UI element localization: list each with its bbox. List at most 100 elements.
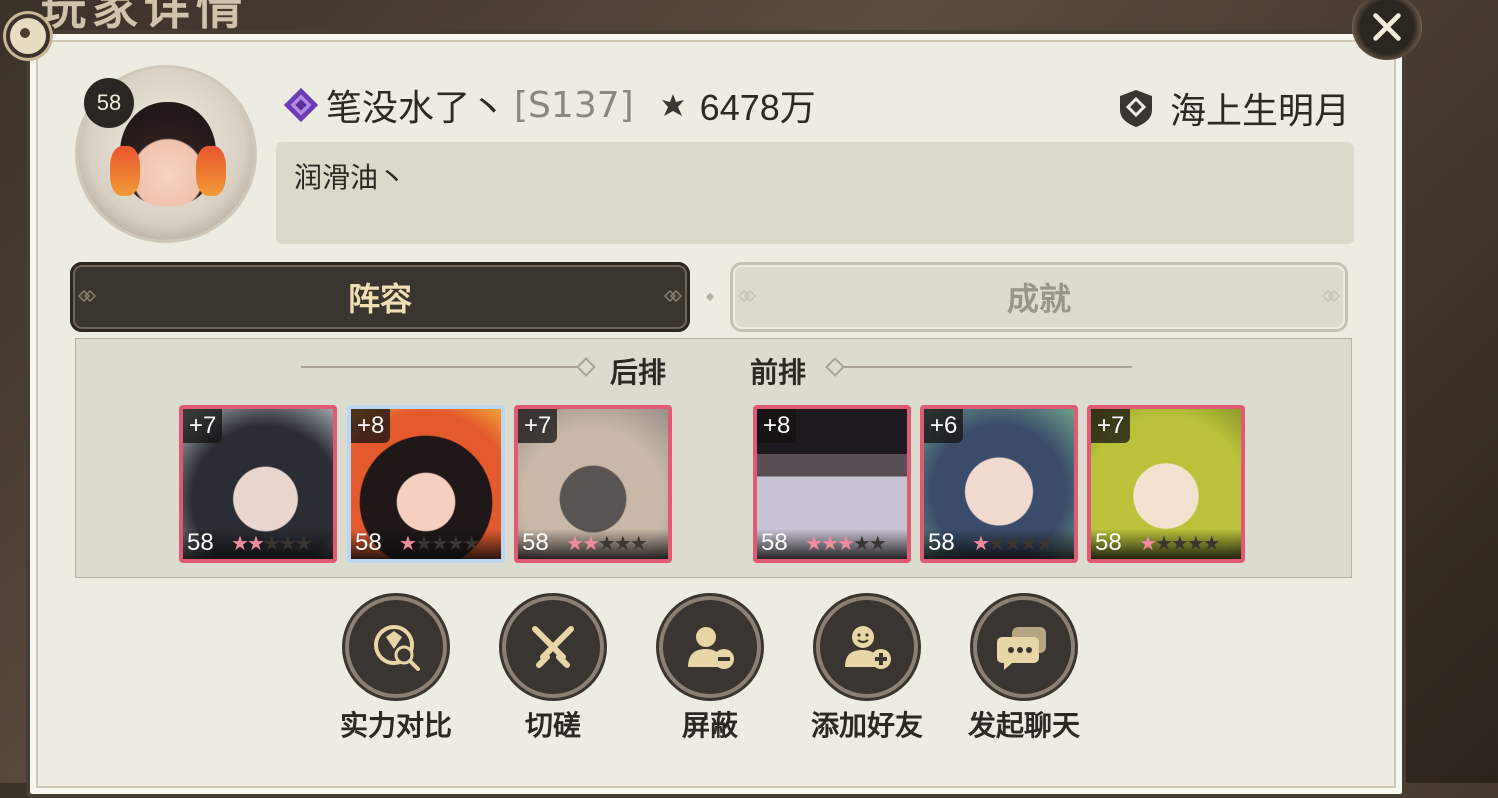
tab-ornament-icon — [1322, 289, 1340, 303]
tab-lineup[interactable]: 阵容 — [70, 262, 690, 332]
star-filled-icon: ★ — [246, 531, 265, 555]
chat-bubble-icon — [997, 627, 1046, 670]
action-circle — [345, 596, 447, 698]
star-empty-icon: ★ — [446, 531, 465, 555]
lineup-panel: 后排 前排 +7 58 ★★★★★ +8 58 ★★★★★ +7 58 ★★★★… — [75, 338, 1352, 578]
hero-upgrade-level: +8 — [351, 409, 391, 443]
star-empty-icon: ★ — [613, 531, 632, 555]
tab-lineup-label: 阵容 — [347, 280, 412, 318]
back-row-label: 后排 — [610, 356, 667, 389]
star-filled-icon: ★ — [836, 531, 855, 555]
power-icon — [661, 94, 684, 116]
hero-level: 58 — [1095, 529, 1122, 556]
add-friend-icon — [845, 626, 891, 669]
hero-card-front-2[interactable]: +6 58 ★★★★★ — [920, 405, 1078, 563]
close-button[interactable] — [1352, 0, 1422, 60]
corner-ornament — [6, 14, 50, 58]
crossed-swords-icon — [532, 626, 574, 668]
hero-card-back-3[interactable]: +7 58 ★★★★★ — [514, 405, 672, 563]
hero-card-back-2[interactable]: +8 58 ★★★★★ — [347, 405, 505, 563]
hero-card-front-3[interactable]: +7 58 ★★★★★ — [1087, 405, 1245, 563]
compare-power-label: 实力对比 — [339, 709, 452, 742]
signature-box: 润滑油丶 — [276, 142, 1354, 244]
star-filled-icon: ★ — [399, 531, 417, 555]
player-name-row: 笔没水了丶 [S137] 6478万 — [282, 80, 816, 130]
star-empty-icon: ★ — [852, 531, 871, 555]
compare-power-icon — [374, 625, 420, 671]
hero-card-back-1[interactable]: +7 58 ★★★★★ — [179, 405, 337, 563]
combat-power-value: 6478万 — [699, 87, 816, 128]
rank-diamond-icon — [283, 87, 319, 123]
hero-level: 58 — [355, 529, 382, 556]
player-level-badge: 58 — [84, 78, 134, 128]
star-rating: ★★★★★ — [399, 531, 481, 555]
server-tag: [S137] — [514, 84, 634, 126]
hero-upgrade-level: +7 — [518, 409, 558, 443]
hero-level: 58 — [928, 529, 955, 556]
star-empty-icon: ★ — [262, 531, 281, 555]
tab-ornament-icon — [664, 289, 682, 303]
compare-power-button[interactable]: 实力对比 — [326, 596, 466, 744]
star-rating: ★★★★★ — [805, 531, 887, 555]
star-empty-icon: ★ — [1035, 531, 1054, 555]
tab-ornament-icon — [78, 289, 96, 303]
action-circle — [816, 596, 918, 698]
player-name: 笔没水了丶 — [326, 88, 507, 129]
hero-upgrade-level: +7 — [1091, 409, 1131, 443]
star-filled-icon: ★ — [972, 531, 990, 555]
divider-line — [301, 366, 581, 368]
star-empty-icon: ★ — [1170, 531, 1189, 555]
star-empty-icon: ★ — [1154, 531, 1173, 555]
star-empty-icon: ★ — [1019, 531, 1038, 555]
tab-achievements-label: 成就 — [1006, 280, 1071, 318]
star-filled-icon: ★ — [566, 531, 584, 555]
add-friend-label: 添加好友 — [810, 709, 923, 742]
guild-name: 海上生明月 — [1169, 91, 1350, 132]
star-rating: ★★★★★ — [231, 531, 313, 555]
add-friend-button[interactable]: 添加好友 — [797, 596, 937, 744]
star-empty-icon: ★ — [414, 531, 433, 555]
star-empty-icon: ★ — [1202, 531, 1221, 555]
hero-level: 58 — [761, 529, 788, 556]
action-circle — [973, 596, 1075, 698]
block-user-icon — [688, 627, 734, 669]
star-rating: ★★★★★ — [1139, 531, 1221, 555]
spar-label: 切磋 — [524, 709, 581, 742]
start-chat-label: 发起聊天 — [967, 709, 1080, 742]
spar-button[interactable]: 切磋 — [483, 596, 623, 744]
hero-level: 58 — [522, 529, 549, 556]
star-filled-icon: ★ — [1139, 531, 1157, 555]
action-circle — [502, 596, 604, 698]
divider-line — [842, 366, 1132, 368]
block-button[interactable]: 屏蔽 — [640, 596, 780, 744]
star-rating: ★★★★★ — [566, 531, 648, 555]
hero-level: 58 — [187, 529, 214, 556]
hero-upgrade-level: +8 — [757, 409, 797, 443]
guild-info[interactable]: 海上生明月 — [1118, 82, 1350, 134]
action-circle — [659, 596, 761, 698]
hero-upgrade-level: +7 — [183, 409, 223, 443]
hero-card-front-1[interactable]: +8 58 ★★★★★ — [753, 405, 911, 563]
star-filled-icon: ★ — [820, 531, 839, 555]
close-icon — [1373, 13, 1401, 41]
star-filled-icon: ★ — [805, 531, 823, 555]
star-empty-icon: ★ — [987, 531, 1006, 555]
star-empty-icon: ★ — [868, 531, 887, 555]
star-filled-icon: ★ — [581, 531, 600, 555]
block-label: 屏蔽 — [681, 709, 738, 742]
divider-diamond — [576, 357, 596, 377]
star-rating: ★★★★★ — [972, 531, 1054, 555]
star-empty-icon: ★ — [294, 531, 313, 555]
hero-upgrade-level: +6 — [924, 409, 964, 443]
avatar-portrait — [110, 102, 226, 206]
star-empty-icon: ★ — [462, 531, 481, 555]
guild-shield-icon — [1119, 90, 1152, 127]
star-empty-icon: ★ — [1003, 531, 1022, 555]
star-empty-icon: ★ — [1186, 531, 1205, 555]
front-row-label: 前排 — [750, 356, 807, 389]
start-chat-button[interactable]: 发起聊天 — [954, 596, 1094, 744]
tab-achievements[interactable]: 成就 — [730, 262, 1348, 332]
player-signature: 润滑油丶 — [294, 161, 407, 194]
star-filled-icon: ★ — [231, 531, 249, 555]
tab-ornament-icon — [738, 289, 756, 303]
